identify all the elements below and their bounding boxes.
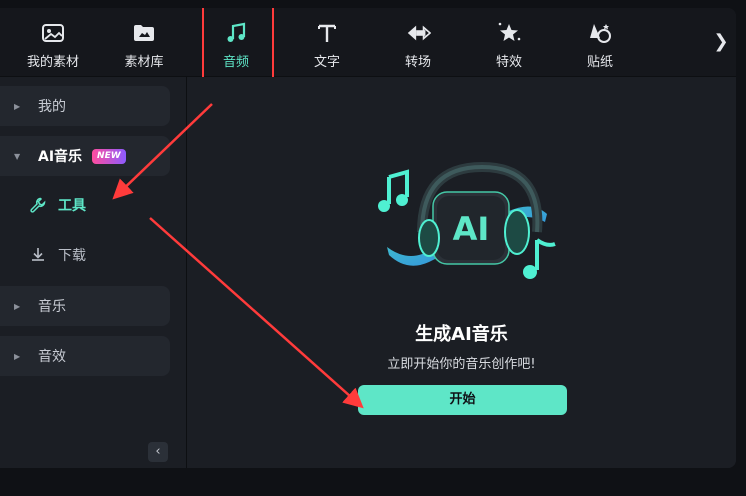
tab-label: 转场: [404, 55, 431, 70]
app-window: 我的素材 素材库 音频 文字 转场 特效 贴纸 ❯ ▶ 我的 ▼ AI音乐 NE…: [0, 8, 736, 468]
sidebar-item-mine[interactable]: ▶ 我的: [0, 86, 170, 126]
sidebar-item-label: 音乐: [38, 299, 66, 315]
sidebar-item-ai-music[interactable]: ▼ AI音乐 NEW: [0, 136, 170, 176]
effects-icon: [496, 20, 522, 46]
tab-media-library[interactable]: 素材库: [99, 8, 189, 76]
tab-transition[interactable]: 转场: [373, 8, 463, 76]
bottom-strip: [0, 476, 746, 496]
sidebar-item-label: 工具: [58, 198, 86, 214]
sticker-icon: [587, 20, 613, 46]
tab-label: 音频: [222, 55, 249, 70]
main-panel: AI 生成AI音乐 立即开始你的音乐创作吧! 开始: [187, 77, 736, 468]
collapse-sidebar-button[interactable]: ‹: [148, 442, 168, 462]
wrench-icon: [30, 196, 48, 214]
sidebar-item-label: AI音乐: [38, 149, 83, 165]
my-media-icon: [40, 20, 66, 46]
sidebar-item-download[interactable]: 下载: [0, 235, 186, 275]
sidebar-item-label: 我的: [38, 99, 66, 115]
tab-text[interactable]: 文字: [282, 8, 372, 76]
tab-label: 贴纸: [586, 55, 613, 70]
caret-right-icon: ▶: [14, 301, 21, 311]
music-note-icon: [223, 20, 249, 46]
top-toolbar: 我的素材 素材库 音频 文字 转场 特效 贴纸 ❯: [0, 8, 736, 86]
tab-label: 素材库: [124, 55, 164, 70]
sidebar-item-sfx[interactable]: ▶ 音效: [0, 336, 170, 376]
page-title: 生成AI音乐: [415, 324, 508, 345]
start-button[interactable]: 开始: [358, 385, 567, 415]
text-icon: [314, 20, 340, 46]
sidebar-item-music[interactable]: ▶ 音乐: [0, 286, 170, 326]
new-badge: NEW: [92, 148, 126, 164]
tab-label: 我的素材: [26, 55, 79, 70]
sidebar-item-label: 下载: [58, 248, 86, 264]
hero-ai-text: AI: [453, 210, 490, 248]
tab-my-media[interactable]: 我的素材: [8, 8, 98, 76]
tab-label: 特效: [495, 55, 522, 70]
tab-effects[interactable]: 特效: [464, 8, 554, 76]
tab-label: 文字: [313, 55, 340, 70]
tab-sticker[interactable]: 贴纸: [555, 8, 645, 76]
caret-right-icon: ▶: [14, 351, 21, 361]
caret-down-icon: ▼: [14, 151, 21, 161]
download-icon: [30, 246, 48, 264]
chevron-right-icon[interactable]: ❯: [712, 30, 730, 54]
ai-headphones-illustration: AI: [378, 161, 556, 279]
caret-right-icon: ▶: [14, 101, 21, 111]
tab-audio[interactable]: 音频: [191, 8, 281, 76]
transition-icon: [405, 20, 431, 46]
sidebar: ▶ 我的 ▼ AI音乐 NEW 工具 下载 ▶ 音乐 ▶ 音效 ‹: [0, 77, 187, 468]
page-subtitle: 立即开始你的音乐创作吧!: [387, 357, 536, 372]
sidebar-item-tools[interactable]: 工具: [0, 185, 186, 225]
sidebar-item-label: 音效: [38, 349, 66, 365]
media-library-icon: [131, 20, 157, 46]
